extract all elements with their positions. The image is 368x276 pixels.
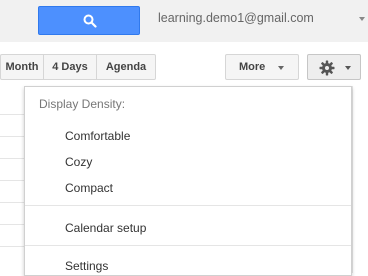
more-button[interactable]: More <box>225 54 299 80</box>
menu-divider <box>25 245 351 246</box>
chevron-down-icon[interactable] <box>359 17 365 21</box>
calendar-setup-item[interactable]: Calendar setup <box>65 221 146 235</box>
view-month-button[interactable]: Month <box>0 54 44 80</box>
view-agenda-button[interactable]: Agenda <box>97 54 156 80</box>
density-option-cozy[interactable]: Cozy <box>65 155 92 169</box>
settings-dropdown-menu: Display Density: Comfortable Cozy Compac… <box>24 86 352 276</box>
density-option-compact[interactable]: Compact <box>65 181 113 195</box>
chevron-down-icon <box>278 66 284 70</box>
menu-divider <box>25 205 351 206</box>
top-bar: learning.demo1@gmail.com <box>0 0 368 42</box>
chevron-down-icon <box>345 66 351 70</box>
account-email[interactable]: learning.demo1@gmail.com <box>158 11 314 25</box>
search-button[interactable] <box>38 6 140 35</box>
density-option-comfortable[interactable]: Comfortable <box>65 129 130 143</box>
more-label: More <box>239 61 266 73</box>
settings-gear-button[interactable] <box>307 54 361 80</box>
view-switcher: Month 4 Days Agenda <box>0 54 156 80</box>
calendar-grid-edge <box>352 86 368 273</box>
search-icon <box>83 14 97 28</box>
settings-item[interactable]: Settings <box>65 259 108 273</box>
density-header: Display Density: <box>39 97 126 111</box>
toolbar: Month 4 Days Agenda More <box>0 48 368 86</box>
view-4days-button[interactable]: 4 Days <box>44 54 97 80</box>
gear-icon <box>319 60 335 76</box>
